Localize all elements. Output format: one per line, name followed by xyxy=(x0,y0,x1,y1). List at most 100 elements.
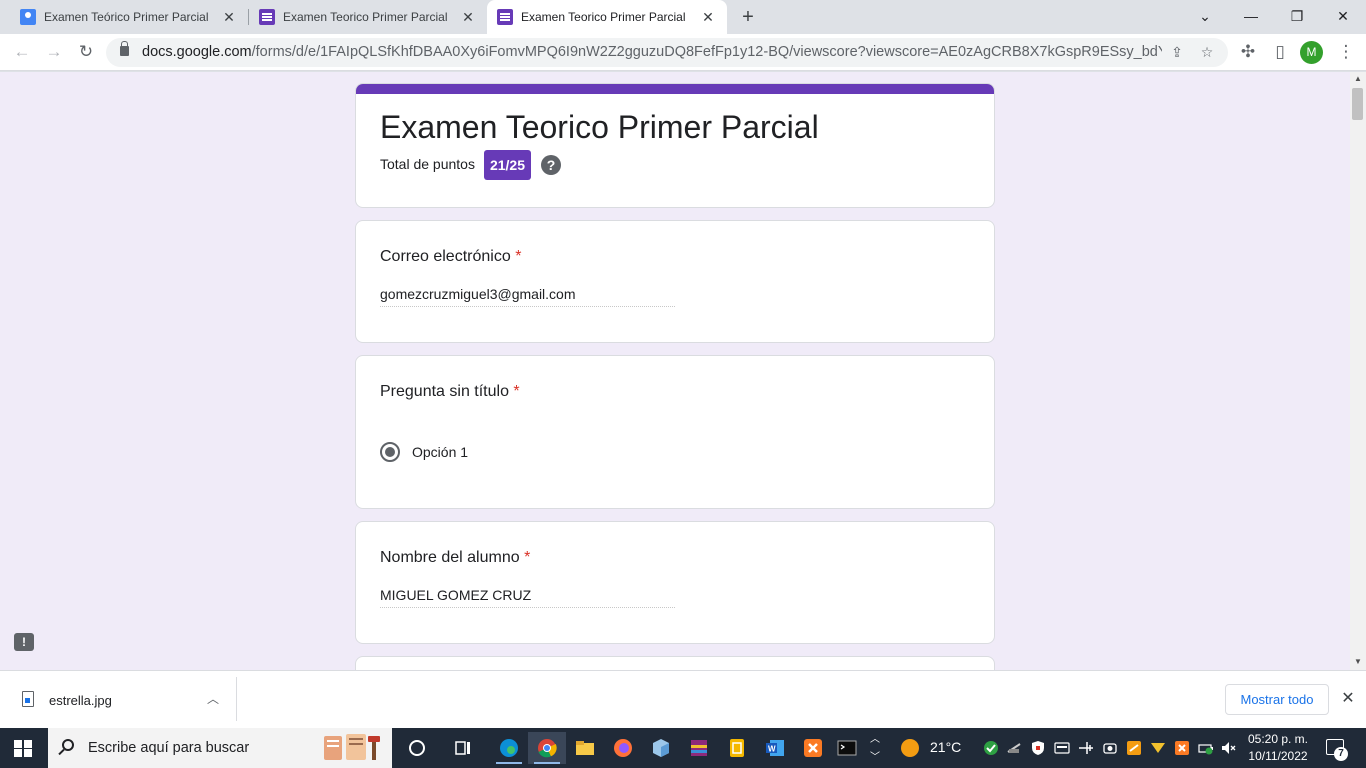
minimize-button[interactable]: — xyxy=(1228,0,1274,34)
tab-search-chevron-icon[interactable]: ⌄ xyxy=(1182,0,1228,34)
chevron-up-icon[interactable]: ︿ xyxy=(204,690,222,708)
close-window-button[interactable]: ✕ xyxy=(1320,0,1366,34)
help-icon[interactable]: ? xyxy=(541,155,561,175)
close-tab-icon[interactable]: ✕ xyxy=(699,9,717,26)
form-page: Examen Teorico Primer Parcial Total de p… xyxy=(0,72,1350,670)
windows-taskbar: Escribe aquí para buscar W ︿ ﹀ 21°C 05:2… xyxy=(0,728,1366,768)
firefox-icon[interactable] xyxy=(604,732,642,764)
download-file-name[interactable]: estrella.jpg xyxy=(49,693,112,708)
close-tab-icon[interactable]: ✕ xyxy=(459,9,477,26)
scroll-down-arrow-icon[interactable]: ▼ xyxy=(1350,655,1366,669)
search-placeholder: Escribe aquí para buscar xyxy=(88,740,250,756)
sticky-notes-icon[interactable] xyxy=(718,732,756,764)
form-header-card: Examen Teorico Primer Parcial Total de p… xyxy=(355,83,995,208)
profile-avatar[interactable]: M xyxy=(1300,41,1323,64)
report-problem-icon[interactable]: ! xyxy=(14,633,34,651)
show-all-button[interactable]: Mostrar todo xyxy=(1225,684,1329,715)
question-title: Pregunta sin título * xyxy=(380,383,520,400)
side-panel-icon[interactable]: ▯ xyxy=(1268,40,1292,64)
security-check-icon[interactable] xyxy=(983,740,999,756)
tab-strip: Examen Teórico Primer Parcial ✕ Examen T… xyxy=(0,0,1366,34)
shield-alert-icon[interactable] xyxy=(1030,740,1046,756)
total-points-label: Total de puntos xyxy=(380,156,475,172)
radio-option-label: Opción 1 xyxy=(412,444,469,460)
weather-sun-icon[interactable] xyxy=(900,738,920,758)
google-forms-icon xyxy=(259,9,275,25)
bookmark-star-icon[interactable]: ☆ xyxy=(1196,41,1218,63)
camera-icon[interactable] xyxy=(1102,740,1118,756)
extensions-puzzle-icon[interactable]: ✣ xyxy=(1236,40,1260,64)
taskbar-scroll-up-icon[interactable]: ︿ xyxy=(870,730,880,745)
vpn-icon[interactable] xyxy=(1150,740,1166,756)
contacts-form-icon xyxy=(20,9,36,25)
score-badge: 21/25 xyxy=(484,150,531,180)
image-file-icon xyxy=(22,691,34,707)
taskbar-scroll-down-icon[interactable]: ﹀ xyxy=(870,748,880,763)
tab-examen-teorico-active[interactable]: Examen Teorico Primer Parcial ✕ xyxy=(487,0,727,34)
weather-temperature[interactable]: 21°C xyxy=(930,739,961,755)
close-tab-icon[interactable]: ✕ xyxy=(220,9,238,26)
keyboard-icon[interactable] xyxy=(1054,740,1070,756)
tab-examen-teorico-2[interactable]: Examen Teorico Primer Parcial ✕ xyxy=(249,0,487,34)
search-icon xyxy=(62,739,74,751)
close-icon[interactable]: ✕ xyxy=(1338,689,1358,709)
reload-icon[interactable]: ↻ xyxy=(74,40,98,64)
required-asterisk: * xyxy=(513,383,520,400)
new-tab-button[interactable]: + xyxy=(736,5,760,29)
back-arrow-icon[interactable]: ← xyxy=(10,40,34,64)
radio-selected-icon xyxy=(380,442,400,462)
edge-browser-icon[interactable] xyxy=(490,732,528,764)
cortana-icon[interactable] xyxy=(398,732,436,764)
restore-button[interactable]: ❐ xyxy=(1274,0,1320,34)
required-asterisk: * xyxy=(524,549,531,566)
app-tray-icon[interactable] xyxy=(1126,740,1142,756)
taskbar-search-box[interactable]: Escribe aquí para buscar xyxy=(48,728,392,768)
question-card-email: Correo electrónico * gomezcruzmiguel3@gm… xyxy=(355,220,995,343)
question-title: Nombre del alumno * xyxy=(380,549,531,566)
url-text[interactable]: docs.google.com/forms/d/e/1FAIpQLSfKhfDB… xyxy=(142,44,1162,60)
tab-title: Examen Teórico Primer Parcial xyxy=(44,10,209,24)
required-asterisk: * xyxy=(515,248,522,265)
volume-muted-icon[interactable] xyxy=(1220,740,1236,756)
winrar-icon[interactable] xyxy=(680,732,718,764)
google-forms-icon xyxy=(497,9,513,25)
airplane-icon[interactable] xyxy=(1078,740,1094,756)
scrollbar-thumb[interactable] xyxy=(1352,88,1363,120)
question-card-untitled: Pregunta sin título * Opción 1 xyxy=(355,355,995,509)
terminal-icon[interactable] xyxy=(828,732,866,764)
address-bar[interactable]: docs.google.com/forms/d/e/1FAIpQLSfKhfDB… xyxy=(106,38,1228,67)
word-icon[interactable]: W xyxy=(756,732,794,764)
clock-time: 05:20 p. m. xyxy=(1247,732,1309,746)
xampp-icon[interactable] xyxy=(794,732,832,764)
clock-date: 10/11/2022 xyxy=(1248,749,1308,763)
system-clock[interactable]: 05:20 p. m. 10/11/2022 xyxy=(1238,731,1318,765)
box-app-icon[interactable] xyxy=(642,732,680,764)
scroll-up-arrow-icon[interactable]: ▲ xyxy=(1350,72,1366,86)
question-card-student-name: Nombre del alumno * MIGUEL GOMEZ CRUZ xyxy=(355,521,995,644)
divider xyxy=(236,677,237,721)
page-scrollbar[interactable] xyxy=(1350,72,1366,670)
form-accent-bar xyxy=(356,84,994,94)
question-card-next xyxy=(355,656,995,670)
forward-arrow-icon[interactable]: → xyxy=(42,40,66,64)
form-title: Examen Teorico Primer Parcial xyxy=(380,109,819,145)
browser-toolbar: ← → ↻ docs.google.com/forms/d/e/1FAIpQLS… xyxy=(0,34,1366,71)
share-icon[interactable]: ⇪ xyxy=(1166,41,1188,63)
chrome-browser-icon[interactable] xyxy=(528,732,566,764)
question-title: Correo electrónico * xyxy=(380,248,522,265)
search-highlight-icon xyxy=(324,734,380,760)
more-menu-icon[interactable]: ⋮ xyxy=(1334,40,1358,64)
windows-start-icon[interactable] xyxy=(14,740,32,757)
tab-examen-teorico-1[interactable]: Examen Teórico Primer Parcial ✕ xyxy=(0,0,248,34)
task-view-icon[interactable] xyxy=(444,732,482,764)
notification-count-badge: 7 xyxy=(1334,747,1348,761)
answer-student-name: MIGUEL GOMEZ CRUZ xyxy=(380,587,675,608)
network-off-icon[interactable] xyxy=(1006,740,1022,756)
lock-icon[interactable] xyxy=(120,41,129,56)
tab-title: Examen Teorico Primer Parcial xyxy=(521,10,686,24)
xampp-tray-icon[interactable] xyxy=(1174,740,1190,756)
battery-charging-icon[interactable] xyxy=(1198,740,1214,756)
answer-email: gomezcruzmiguel3@gmail.com xyxy=(380,286,675,307)
file-explorer-icon[interactable] xyxy=(566,732,604,764)
download-bar: estrella.jpg ︿ Mostrar todo ✕ xyxy=(0,670,1366,728)
